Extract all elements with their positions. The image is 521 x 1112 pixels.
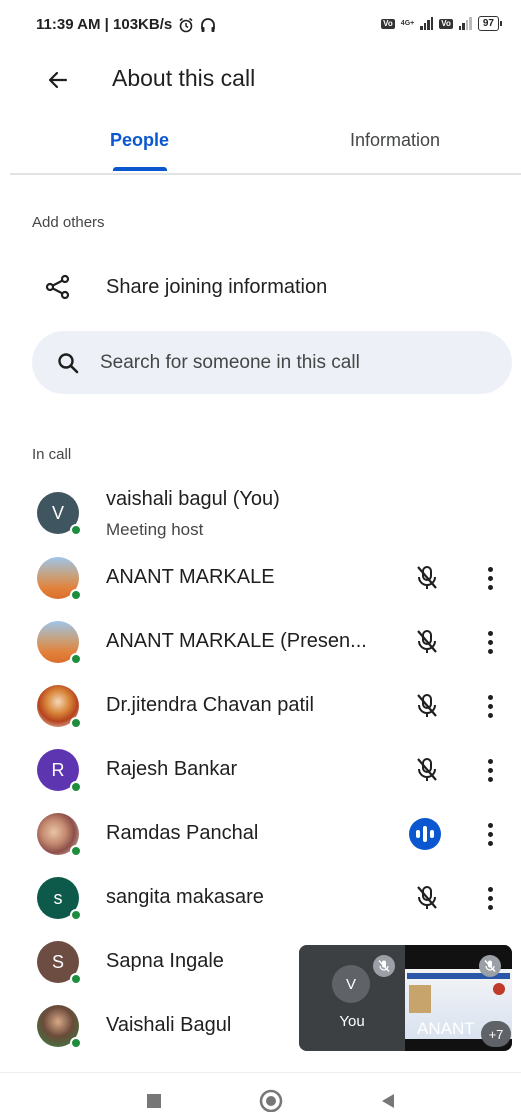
alarm-icon [178, 17, 194, 33]
search-icon [56, 351, 80, 380]
more-options-button[interactable] [476, 751, 504, 789]
more-options-button[interactable] [476, 623, 504, 661]
pip-presenter-tile: ANANT +7 [405, 945, 512, 1051]
share-icon [44, 273, 72, 306]
presence-dot [70, 1037, 82, 1049]
more-options-button[interactable] [476, 559, 504, 597]
mic-off-icon [408, 623, 446, 661]
square-icon [147, 1094, 161, 1108]
recents-button[interactable] [146, 1093, 162, 1112]
presence-dot [70, 717, 82, 729]
volte-icon-2: Vo [439, 18, 453, 29]
mic-off-icon [408, 751, 446, 789]
avatar: s [37, 877, 82, 921]
pip-presenter-name: ANANT [417, 1019, 475, 1038]
participant-name: Dr.jitendra Chavan patil [106, 694, 314, 716]
share-joining-info-button[interactable]: Share joining information [0, 262, 521, 312]
circle-icon [259, 1089, 283, 1112]
status-bar: 11:39 AM | 103KB/s Vo 4G+ Vo 97 [0, 0, 521, 56]
search-input[interactable] [100, 331, 490, 394]
participant-name: sangita makasare [106, 886, 264, 908]
participant-name: Ramdas Panchal [106, 822, 259, 844]
mic-off-icon [408, 687, 446, 725]
avatar: R [37, 749, 82, 793]
search-bar[interactable] [32, 331, 512, 394]
thumbnail-logo [493, 983, 505, 995]
pip-self-avatar: V [332, 965, 370, 1003]
participant-name: Rajesh Bankar [106, 758, 238, 780]
avatar-letter: V [51, 502, 64, 523]
presence-dot [70, 909, 82, 921]
avatar-letter: S [51, 951, 64, 972]
avatar [37, 1005, 82, 1049]
tab-information-label: Information [350, 130, 441, 150]
volte-icon: Vo [381, 18, 395, 29]
top-app-bar: About this call [0, 56, 521, 104]
mic-off-icon [479, 955, 501, 977]
call-pip-window[interactable]: V You ANANT +7 [299, 945, 512, 1051]
avatar [37, 685, 82, 729]
avatar-letter: R [51, 759, 65, 780]
presence-dot [70, 781, 82, 793]
presence-dot [70, 653, 82, 665]
participant-row[interactable]: Dr.jitendra Chavan patil [0, 674, 521, 738]
page-title: About this call [112, 65, 256, 91]
headset-icon [200, 17, 216, 33]
participant-row[interactable]: s sangita makasare [0, 866, 521, 930]
back-button[interactable] [40, 62, 76, 98]
system-nav-bar [0, 1072, 521, 1112]
more-participants-badge: +7 [481, 1021, 511, 1047]
participant-row[interactable]: ANANT MARKALE [0, 546, 521, 610]
pip-self-label: You [339, 1013, 365, 1030]
participant-name: ANANT MARKALE (Presen... [106, 630, 367, 652]
avatar-letter: s [53, 887, 63, 908]
more-options-button[interactable] [476, 879, 504, 917]
participant-name: vaishali bagul (You) [106, 488, 280, 510]
participant-row[interactable]: V vaishali bagul (You) Meeting host [0, 484, 521, 548]
presence-dot [70, 973, 82, 985]
avatar [37, 621, 82, 665]
network-type: 4G+ [400, 20, 415, 27]
signal-icon [420, 17, 434, 30]
participant-row[interactable]: ANANT MARKALE (Presen... [0, 610, 521, 674]
avatar [37, 813, 82, 857]
status-right: Vo 4G+ Vo 97 [381, 16, 503, 31]
more-options-button[interactable] [476, 815, 504, 853]
back-nav-button[interactable] [380, 1093, 396, 1112]
thumbnail-image [409, 985, 431, 1013]
pip-self-tile: V You [299, 945, 405, 1051]
arrow-back-icon [48, 71, 68, 89]
tab-bar: People Information [10, 118, 521, 175]
mic-off-icon [373, 955, 395, 977]
in-call-heading: In call [32, 446, 72, 463]
more-options-button[interactable] [476, 687, 504, 725]
mic-off-icon [408, 879, 446, 917]
presence-dot [70, 589, 82, 601]
presence-dot [70, 845, 82, 857]
avatar: V [37, 492, 82, 536]
tab-people-label: People [110, 130, 170, 150]
avatar: S [37, 941, 82, 985]
tab-people[interactable]: People [110, 130, 169, 174]
mic-off-icon [408, 559, 446, 597]
share-joining-info-label: Share joining information [106, 276, 328, 298]
add-others-heading: Add others [32, 214, 105, 231]
home-button[interactable] [259, 1089, 283, 1112]
participant-name: Vaishali Bagul [106, 1014, 232, 1036]
signal-icon-2 [458, 17, 472, 30]
presence-dot [70, 524, 82, 536]
tab-selected-indicator [113, 167, 167, 171]
status-left: 11:39 AM | 103KB/s [36, 16, 216, 33]
battery-icon: 97 [477, 16, 503, 31]
tab-information[interactable]: Information [350, 130, 440, 174]
triangle-back-icon [382, 1094, 394, 1108]
participant-name: Sapna Ingale [106, 950, 224, 972]
avatar [37, 557, 82, 601]
speaking-indicator-icon [409, 818, 441, 850]
participant-name: ANANT MARKALE [106, 566, 275, 588]
status-time-speed: 11:39 AM | 103KB/s [36, 16, 173, 33]
participant-row[interactable]: R Rajesh Bankar [0, 738, 521, 802]
participant-role: Meeting host [106, 520, 204, 539]
participant-row[interactable]: Ramdas Panchal [0, 802, 521, 866]
